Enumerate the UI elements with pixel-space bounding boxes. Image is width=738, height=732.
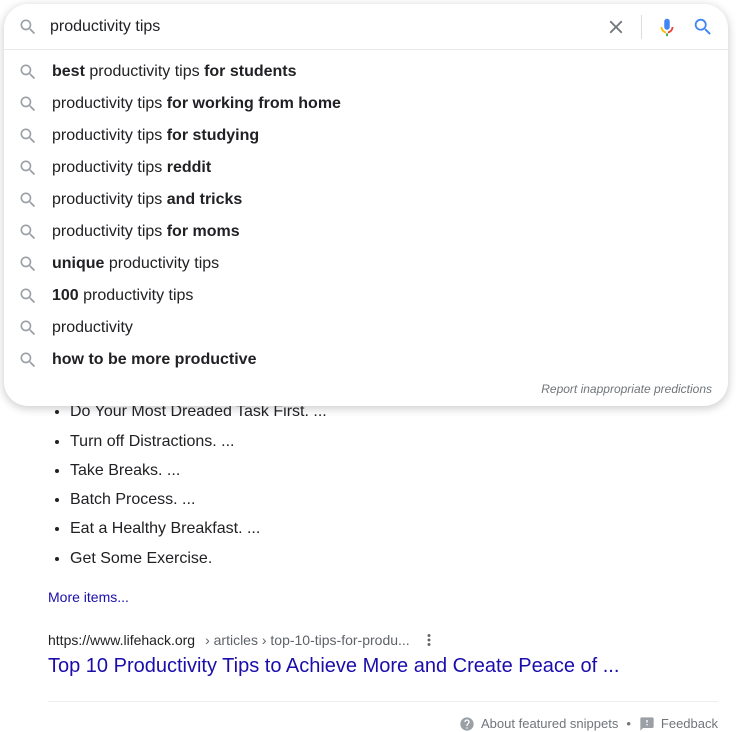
search-icon — [18, 222, 38, 242]
help-icon — [459, 716, 475, 732]
divider — [641, 15, 642, 39]
cite-path: › articles › top-10-tips-for-produ... — [205, 632, 410, 648]
clear-icon[interactable] — [605, 16, 627, 38]
result-title-link[interactable]: Top 10 Productivity Tips to Achieve More… — [48, 653, 619, 679]
more-items-link[interactable]: More items... — [48, 589, 129, 605]
suggestion-text: productivity — [52, 317, 133, 339]
search-icon — [18, 254, 38, 274]
suggestion-item[interactable]: productivity tips reddit — [4, 152, 728, 184]
search-button[interactable] — [692, 16, 714, 38]
report-predictions-link[interactable]: Report inappropriate predictions — [4, 376, 728, 398]
more-vert-icon[interactable] — [420, 631, 438, 649]
search-icon — [18, 158, 38, 178]
suggestion-item[interactable]: productivity tips and tricks — [4, 184, 728, 216]
suggestion-text: unique productivity tips — [52, 253, 219, 275]
suggestion-text: best productivity tips for students — [52, 61, 297, 83]
suggestion-item[interactable]: 100 productivity tips — [4, 280, 728, 312]
cite-domain: https://www.lifehack.org — [48, 632, 195, 648]
results-area: Get a Head Start. ...Do Your Most Dreade… — [48, 370, 718, 732]
feedback-label: Feedback — [661, 716, 718, 731]
about-snippets-label: About featured snippets — [481, 716, 618, 731]
about-snippets-link[interactable]: About featured snippets — [459, 716, 618, 732]
search-icon — [18, 190, 38, 210]
snippet-item: Take Breaks. ... — [70, 458, 718, 483]
suggestion-item[interactable]: unique productivity tips — [4, 248, 728, 280]
suggestion-text: how to be more productive — [52, 349, 256, 371]
search-icon — [18, 94, 38, 114]
autocomplete-panel: best productivity tips for students produ… — [4, 4, 728, 406]
search-bar — [4, 4, 728, 50]
search-icon — [18, 318, 38, 338]
feedback-link[interactable]: Feedback — [639, 716, 718, 732]
search-icon — [18, 17, 38, 37]
feedback-icon — [639, 716, 655, 732]
suggestion-text: productivity tips reddit — [52, 157, 211, 179]
search-icon — [18, 62, 38, 82]
suggestion-item[interactable]: productivity — [4, 312, 728, 344]
suggestion-text: productivity tips and tricks — [52, 189, 242, 211]
snippet-item: Turn off Distractions. ... — [70, 429, 718, 454]
suggestion-text: productivity tips for moms — [52, 221, 240, 243]
search-input[interactable] — [50, 18, 605, 36]
mic-icon[interactable] — [656, 16, 678, 38]
snippet-item: Eat a Healthy Breakfast. ... — [70, 516, 718, 541]
result-cite: https://www.lifehack.org › articles › to… — [48, 631, 718, 649]
snippet-item: Get Some Exercise. — [70, 546, 718, 571]
snippet-footer: About featured snippets • Feedback — [48, 701, 718, 732]
suggestion-item[interactable]: productivity tips for working from home — [4, 88, 728, 120]
suggestion-item[interactable]: productivity tips for studying — [4, 120, 728, 152]
snippet-item: Batch Process. ... — [70, 487, 718, 512]
search-icon — [18, 126, 38, 146]
suggestion-item[interactable]: best productivity tips for students — [4, 56, 728, 88]
search-icon — [18, 286, 38, 306]
suggestions-list: best productivity tips for students produ… — [4, 50, 728, 376]
suggestion-text: productivity tips for studying — [52, 125, 259, 147]
dot-separator: • — [626, 716, 631, 731]
search-icon — [18, 350, 38, 370]
suggestion-text: productivity tips for working from home — [52, 93, 341, 115]
suggestion-item[interactable]: productivity tips for moms — [4, 216, 728, 248]
suggestion-text: 100 productivity tips — [52, 285, 193, 307]
suggestion-item[interactable]: how to be more productive — [4, 344, 728, 376]
